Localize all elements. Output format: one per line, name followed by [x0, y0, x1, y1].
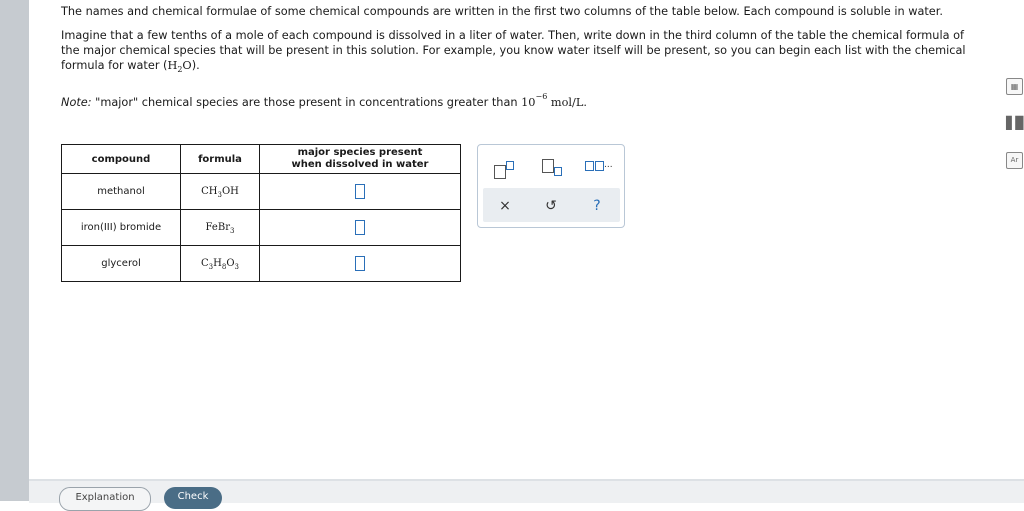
table-row: iron(III) bromide FeBr3: [61, 209, 461, 246]
compound-name: methanol: [61, 173, 181, 210]
clear-icon[interactable]: ×: [495, 198, 515, 214]
answer-input[interactable]: [355, 184, 365, 199]
superscript-tool-icon[interactable]: [494, 161, 514, 179]
compound-name: iron(III) bromide: [61, 209, 181, 246]
bar-chart-icon[interactable]: ▋▉: [1006, 116, 1024, 131]
intro-text: The names and chemical formulae of some …: [61, 5, 943, 18]
table-row: methanol CH3OH: [61, 173, 461, 210]
answer-cell[interactable]: [259, 245, 461, 282]
header-major-species: major species present when dissolved in w…: [259, 144, 461, 174]
compound-formula: FeBr3: [180, 209, 260, 246]
header-compound: compound: [61, 144, 181, 174]
header-formula: formula: [180, 144, 260, 174]
answer-cell[interactable]: [259, 209, 461, 246]
help-icon[interactable]: ?: [587, 198, 607, 214]
answer-input[interactable]: [355, 220, 365, 235]
list-tool-icon[interactable]: ...: [585, 159, 621, 177]
left-sidebar-strip: [0, 0, 29, 501]
table-row: glycerol C3H8O3: [61, 245, 461, 282]
subscript-tool-icon[interactable]: [542, 159, 562, 177]
compound-name: glycerol: [61, 245, 181, 282]
instruction-text: Imagine that a few tenths of a mole of e…: [61, 29, 966, 74]
compound-table: compound formula major species present wh…: [61, 144, 461, 282]
undo-icon[interactable]: ↺: [541, 198, 561, 214]
answer-input[interactable]: [355, 256, 365, 271]
palette-action-bar: × ↺ ?: [483, 188, 620, 222]
question-panel: The names and chemical formulae of some …: [29, 0, 1000, 479]
note-text: Note: "major" chemical species are those…: [61, 92, 587, 109]
answer-palette: ... × ↺ ?: [477, 144, 625, 228]
compound-formula: CH3OH: [180, 173, 260, 210]
explanation-button[interactable]: Explanation: [59, 487, 151, 511]
check-button[interactable]: Check: [164, 487, 222, 509]
compound-formula: C3H8O3: [180, 245, 260, 282]
answer-cell[interactable]: [259, 173, 461, 210]
calculator-icon[interactable]: ▦: [1006, 78, 1023, 95]
periodic-table-icon[interactable]: Ar: [1006, 152, 1023, 169]
